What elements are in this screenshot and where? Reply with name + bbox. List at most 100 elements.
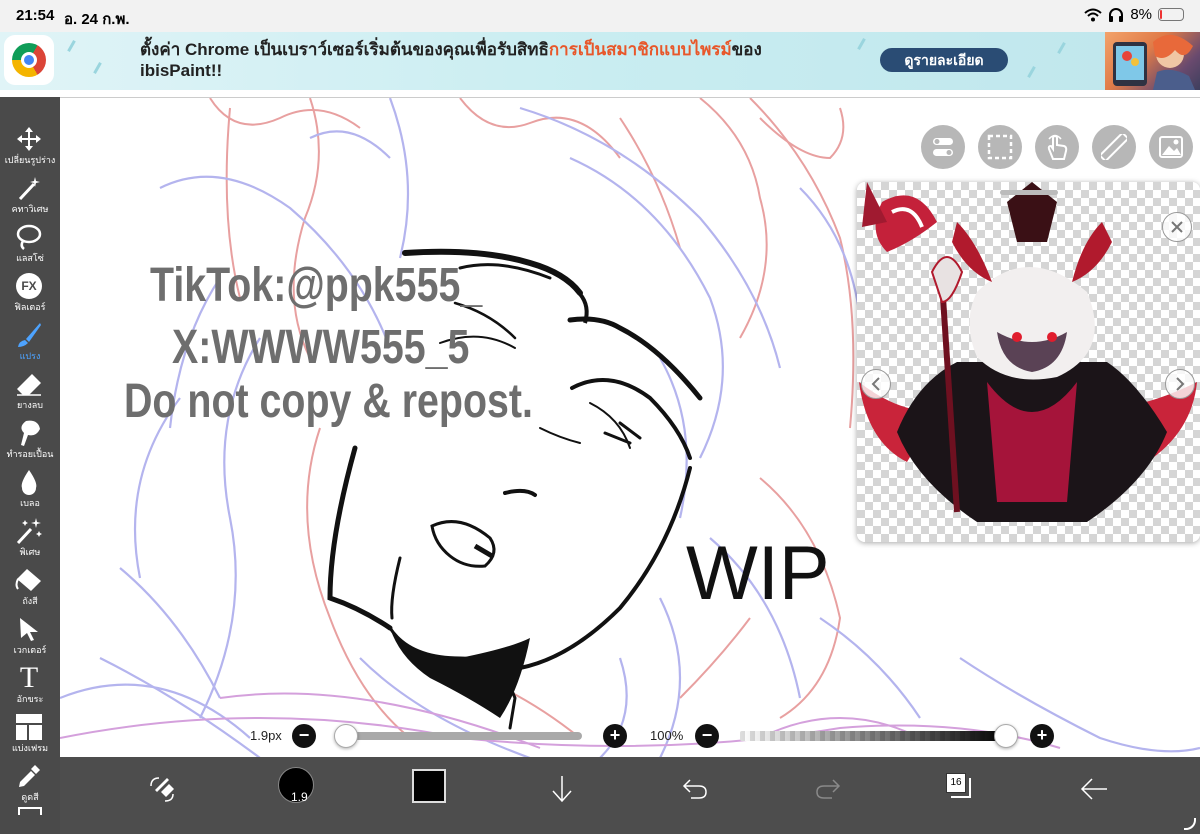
opacity-slider[interactable]	[740, 731, 1008, 741]
chevron-left-icon	[871, 377, 880, 391]
import-button[interactable]	[542, 769, 582, 809]
selection-button[interactable]	[978, 125, 1022, 169]
opacity-label: 100%	[650, 728, 684, 743]
tool-label: ยางลบ	[17, 400, 43, 410]
tool-special[interactable]: พิเศษ	[0, 513, 60, 561]
touch-button[interactable]	[1035, 125, 1079, 169]
ad-text: ตั้งค่า Chrome เป็นเบราว์เซอร์เริ่มต้นขอ…	[140, 39, 840, 81]
tool-vector[interactable]: เวกเตอร์	[0, 611, 60, 659]
watermark-x: X:WWWW555_5	[172, 321, 470, 374]
brush-eraser-switch-button[interactable]	[142, 769, 182, 809]
ruler-button[interactable]	[1092, 125, 1136, 169]
tool-label: ฟิลเตอร์	[14, 302, 46, 312]
smudge-icon	[21, 420, 40, 446]
brush-size-decrease-button[interactable]: −	[292, 724, 316, 748]
reference-image	[857, 182, 1200, 542]
tool-filter[interactable]: FX ฟิลเตอร์	[0, 268, 60, 316]
toolbar-scroll-edge	[18, 807, 42, 815]
brush-size-badge: 1.9	[291, 790, 308, 804]
bucket-icon	[15, 569, 41, 591]
tool-frame[interactable]: แบ่งเฟรม	[0, 709, 60, 757]
reference-next-button[interactable]	[1165, 369, 1195, 399]
tool-text[interactable]: T อักขระ	[0, 660, 60, 708]
battery-percent: 8%	[1130, 6, 1152, 23]
tool-label: ทำรอยเปื้อน	[6, 449, 54, 459]
back-button[interactable]	[1074, 769, 1114, 809]
tool-magic-wand[interactable]: คทาวิเศษ	[0, 170, 60, 218]
arrow-down-icon	[552, 776, 572, 803]
layers-button[interactable]: 16	[946, 773, 972, 799]
image-icon	[1159, 136, 1183, 158]
ad-details-button[interactable]: ดูรายละเอียด	[880, 48, 1008, 72]
redo-icon	[816, 779, 841, 799]
color-swatch-button[interactable]	[412, 769, 446, 803]
opacity-increase-button[interactable]: +	[1030, 724, 1054, 748]
reference-window-button[interactable]	[1149, 125, 1193, 169]
chevron-right-icon	[1176, 377, 1185, 391]
chrome-logo-icon	[12, 43, 46, 77]
status-time: 21:54	[16, 7, 55, 24]
reference-drag-handle[interactable]	[1000, 190, 1058, 195]
reference-window[interactable]	[857, 182, 1200, 542]
vector-icon	[20, 618, 38, 641]
redo-button[interactable]	[808, 769, 848, 809]
status-bar: 21:54 อ. 24 ก.พ. 8%	[0, 0, 1200, 32]
magic-wand-icon	[18, 177, 40, 201]
tool-eyedropper[interactable]: ดูดสี	[0, 758, 60, 806]
ad-text-part1: ตั้งค่า Chrome เป็นเบราว์เซอร์เริ่มต้นขอ…	[140, 40, 549, 59]
tool-label: แปรง	[19, 351, 41, 361]
reference-close-button[interactable]	[1162, 212, 1192, 242]
tool-label: ถังสี	[22, 596, 38, 606]
selection-icon	[987, 134, 1013, 160]
ad-text-highlight: การเป็นสมาชิกแบบไพรม์	[548, 40, 732, 59]
tool-bucket[interactable]: ถังสี	[0, 562, 60, 610]
fx-icon: FX	[16, 273, 42, 299]
opacity-decrease-button[interactable]: −	[695, 724, 719, 748]
brush-size-increase-button[interactable]: +	[603, 724, 627, 748]
brush-size-label: 1.9px	[250, 728, 282, 743]
brush-size-slider[interactable]	[344, 732, 582, 740]
drawing-canvas[interactable]: TikTok:@ppk555_ X:WWWW555_5 Do not copy …	[60, 97, 1200, 757]
blur-icon	[21, 470, 37, 495]
wifi-icon	[1084, 8, 1102, 21]
resize-corner-icon	[1184, 818, 1196, 830]
watermark-notice: Do not copy & repost.	[124, 375, 533, 428]
eraser-icon	[17, 374, 41, 396]
ad-banner[interactable]: ตั้งค่า Chrome เป็นเบราว์เซอร์เริ่มต้นขอ…	[0, 32, 1200, 90]
tool-lasso[interactable]: แลสโซ่	[0, 219, 60, 267]
headphones-icon	[1109, 8, 1124, 22]
lasso-icon	[16, 224, 42, 250]
brush-eraser-switch-icon	[150, 777, 174, 802]
chrome-app-icon	[4, 35, 54, 85]
hand-touch-icon	[1047, 134, 1068, 160]
tool-label: เบลอ	[20, 498, 40, 508]
battery-icon	[1158, 8, 1184, 21]
tool-sidebar: เปลี่ยนรูปร่าง คทาวิเศษ แลสโซ่ FX ฟิลเตอ…	[0, 97, 60, 834]
tool-smudge[interactable]: ทำรอยเปื้อน	[0, 415, 60, 463]
wip-label: WIP	[686, 531, 830, 616]
ad-illustration	[1105, 32, 1200, 90]
tool-label: เปลี่ยนรูปร่าง	[4, 155, 56, 165]
reference-character-illustration	[859, 182, 1197, 522]
tool-transform[interactable]: เปลี่ยนรูปร่าง	[0, 121, 60, 169]
text-icon: T	[19, 661, 39, 694]
brush-icon	[18, 323, 41, 347]
ruler-icon	[1101, 134, 1127, 160]
opacity-thumb[interactable]	[994, 724, 1018, 748]
tool-label: แบ่งเฟรม	[11, 743, 49, 753]
undo-button[interactable]	[675, 769, 715, 809]
brush-preview-button[interactable]: 1.9	[278, 767, 314, 804]
tool-eraser[interactable]: ยางลบ	[0, 366, 60, 414]
tool-brush[interactable]: แปรง	[0, 317, 60, 365]
layer-count: 16	[946, 773, 966, 793]
arrow-left-icon	[1080, 778, 1107, 800]
toggle-button[interactable]	[921, 125, 965, 169]
brush-size-thumb[interactable]	[334, 724, 358, 748]
status-date: อ. 24 ก.พ.	[64, 11, 130, 28]
tool-blur[interactable]: เบลอ	[0, 464, 60, 512]
tool-label: ดูดสี	[21, 792, 39, 802]
tool-label: เวกเตอร์	[13, 645, 47, 655]
reference-prev-button[interactable]	[861, 369, 891, 399]
frame-icon	[16, 714, 42, 740]
bottom-bar: 1.9 16	[60, 757, 1200, 834]
